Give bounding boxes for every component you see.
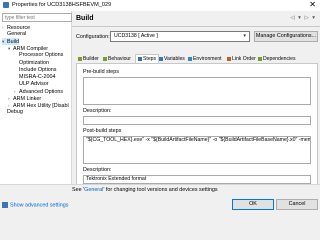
header-divider	[72, 26, 320, 27]
title-bar: Properties for UCD3138HSFBEVM_029 ✕	[0, 0, 320, 11]
tree-item[interactable]: Include Options	[14, 67, 56, 74]
tree-item[interactable]: › Advanced Options	[14, 88, 63, 95]
prebuild-description-field[interactable]	[83, 116, 311, 125]
tree-item[interactable]: ULP Advisor	[14, 81, 49, 88]
tree-item-label: ULP Advisor	[19, 80, 49, 87]
tab-builder[interactable]: Builder	[78, 55, 99, 63]
footer: See 'General' for changing tool versions…	[0, 184, 320, 215]
history-nav[interactable]: ◁ ▾ ▷ ▾	[290, 15, 316, 21]
cancel-button[interactable]: Cancel	[276, 199, 318, 210]
ok-button[interactable]: OK	[232, 199, 274, 210]
tab-link-order[interactable]: Link Order	[227, 55, 256, 63]
page-title: Build	[76, 15, 94, 22]
steps-icon	[138, 56, 142, 61]
window-title: Properties for UCD3138HSFBEVM_029	[12, 2, 112, 8]
prebuild-field[interactable]	[83, 77, 311, 105]
navigation-panel: ›ResourceGeneral▾Build▾ARM CompilerProce…	[0, 11, 72, 184]
tree-item-label: ARM Compiler	[13, 46, 49, 53]
postbuild-label: Post-build steps	[83, 128, 122, 134]
tree-item-label: General	[7, 31, 27, 38]
tree-item-label: Include Options	[19, 66, 57, 73]
tree-item[interactable]: ▾ Build	[2, 38, 19, 46]
postbuild-field[interactable]: "${CG_TOOL_HEX}.exe" -x "${BuildArtifact…	[83, 136, 311, 164]
advanced-settings-link[interactable]: Show advanced settings	[10, 202, 68, 208]
tree-item[interactable]: › ARM Linker	[8, 95, 41, 102]
prebuild-label: Pre-build steps	[83, 69, 119, 75]
tab-behaviour[interactable]: Behaviour	[103, 55, 131, 63]
tree-item[interactable]: Optimization	[14, 60, 49, 67]
tree-item-label: Resource	[7, 25, 31, 31]
configuration-select[interactable]: UCD3138 [ Active ] ▼	[110, 31, 250, 42]
tree-item-label: ARM Linker	[13, 96, 42, 102]
tab-dependencies[interactable]: Dependencies	[258, 55, 296, 63]
tree-item[interactable]: ▾ ARM Compiler	[8, 45, 48, 52]
configuration-value: UCD3138 [ Active ]	[114, 33, 158, 39]
tree-item-label: Build	[7, 39, 19, 46]
tree-item[interactable]: › ARM Hex Utility [Disabl	[8, 102, 69, 109]
dependencies-icon	[258, 56, 262, 61]
tree-item-label: MISRA-C-2004	[19, 73, 56, 80]
close-icon[interactable]: ✕	[309, 0, 316, 10]
see-general-text: See 'General' for changing tool versions…	[72, 187, 218, 193]
link-order-icon	[227, 56, 231, 61]
builder-icon	[78, 56, 82, 61]
tree-item[interactable]: MISRA-C-2004	[14, 74, 56, 81]
tree-item[interactable]: Processor Options	[14, 52, 63, 59]
chevron-down-icon: ▼	[242, 33, 247, 38]
filter-input[interactable]	[2, 13, 72, 22]
tree-item-label: Advanced Options	[19, 88, 64, 95]
tree-item-label: Processor Options	[19, 52, 64, 59]
tab-environment[interactable]: Environment	[188, 55, 222, 63]
tree-item[interactable]: › Resource	[2, 24, 30, 31]
tree-item-label: Debug	[7, 109, 23, 116]
forward-menu-icon[interactable]: ▾	[312, 15, 316, 21]
configuration-label: Configuration:	[76, 34, 110, 40]
steps-panel: Pre-build steps Description: Post-build …	[76, 63, 318, 195]
environment-icon	[188, 56, 192, 61]
prebuild-description-label: Description:	[83, 108, 112, 114]
back-menu-icon[interactable]: ▾	[298, 15, 302, 21]
tree-item[interactable]: General	[2, 31, 26, 38]
back-icon[interactable]: ◁	[290, 15, 295, 21]
postbuild-description-label: Description:	[83, 167, 112, 173]
tab-variables[interactable]: Variables	[159, 55, 185, 63]
variables-icon	[159, 56, 163, 61]
app-icon	[3, 2, 9, 8]
general-link[interactable]: General	[84, 187, 103, 193]
tree-item-label: Optimization	[19, 59, 49, 66]
advanced-settings[interactable]: Show advanced settings	[2, 202, 68, 208]
behaviour-icon	[103, 56, 107, 61]
content-panel: Build ◁ ▾ ▷ ▾ Configuration: UCD3138 [ A…	[72, 11, 320, 195]
forward-icon[interactable]: ▷	[304, 15, 309, 21]
tree-item[interactable]: Debug	[2, 109, 23, 116]
tree-item-label: ARM Hex Utility [Disabl	[13, 103, 69, 110]
advanced-settings-icon	[2, 202, 8, 208]
manage-configurations-button[interactable]: Manage Configurations...	[254, 31, 318, 42]
postbuild-description-field[interactable]: Tektronix Extended format	[83, 175, 311, 184]
